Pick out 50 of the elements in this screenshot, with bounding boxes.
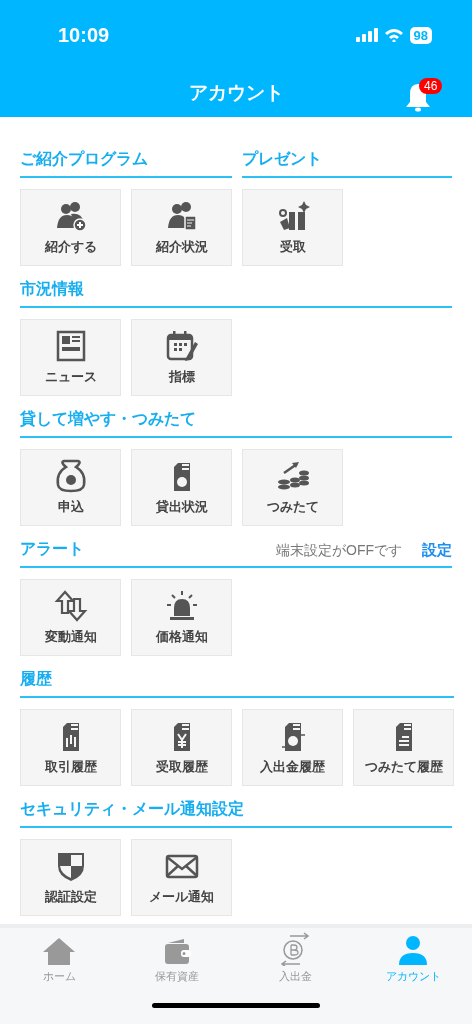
menu-tile[interactable]: 変動通知 — [20, 579, 121, 656]
tile-label: 入出金履歴 — [260, 758, 325, 777]
menu-tile[interactable]: 入出金履歴 — [242, 709, 343, 786]
tile-label: つみたて履歴 — [364, 758, 443, 777]
notification-button[interactable]: 46 — [404, 76, 444, 112]
tile-label: 取引履歴 — [44, 758, 97, 777]
menu-tile[interactable]: 取引履歴 — [20, 709, 121, 786]
menu-tile[interactable]: 貸出状況 — [131, 449, 232, 526]
tile-label: 受取 — [279, 238, 306, 257]
menu-tile[interactable]: つみたて履歴 — [353, 709, 454, 786]
status-time: 10:09 — [58, 23, 110, 48]
menu-tile[interactable]: ニュース — [20, 319, 121, 396]
tile-label: 受取履歴 — [155, 758, 208, 777]
menu-tile[interactable]: 指標 — [131, 319, 232, 396]
menu-tile[interactable]: 認証設定 — [20, 839, 121, 916]
section-title: セキュリティ・メール通知設定 — [20, 799, 244, 819]
menu-tile[interactable]: 受取 — [242, 189, 343, 266]
notification-badge: 46 — [419, 78, 443, 94]
wifi-icon — [383, 28, 404, 42]
section-title: プレゼント — [242, 149, 322, 169]
menu-tile[interactable]: 価格通知 — [131, 579, 232, 656]
tile-label: 貸出状況 — [155, 498, 208, 517]
section-title: ご紹介プログラム — [20, 149, 148, 169]
section-title: 履歴 — [20, 669, 52, 689]
tile-label: ニュース — [44, 368, 97, 387]
tile-label: 指標 — [168, 368, 195, 387]
tile-label: 申込 — [57, 498, 84, 517]
tile-label: 紹介状況 — [155, 238, 208, 257]
section-title: 貸して増やす・つみたて — [20, 409, 196, 429]
section-title: アラート — [20, 539, 84, 559]
tile-label: 認証設定 — [44, 888, 97, 907]
menu-tile[interactable]: 紹介状況 — [131, 189, 232, 266]
signal-icon — [355, 28, 378, 42]
menu-tile[interactable]: 申込 — [20, 449, 121, 526]
device-setting-note: 端末設定がOFFです — [276, 541, 402, 560]
person-icon — [397, 933, 429, 966]
home-icon — [42, 935, 76, 966]
tile-label: 紹介する — [44, 238, 97, 257]
page-title: アカウント — [188, 81, 284, 106]
menu-tile[interactable]: 紹介する — [20, 189, 121, 266]
menu-tile[interactable]: つみたて — [242, 449, 343, 526]
coin-exchange-icon — [278, 931, 312, 966]
menu-tile[interactable]: 受取履歴 — [131, 709, 232, 786]
tile-label: つみたて — [266, 498, 319, 517]
tile-label: 価格通知 — [155, 628, 208, 647]
battery-indicator: 98 — [409, 26, 432, 44]
tile-label: 変動通知 — [44, 628, 97, 647]
section-title: 市況情報 — [20, 279, 84, 299]
menu-tile[interactable]: メール通知 — [131, 839, 232, 916]
tile-label: メール通知 — [149, 888, 214, 907]
